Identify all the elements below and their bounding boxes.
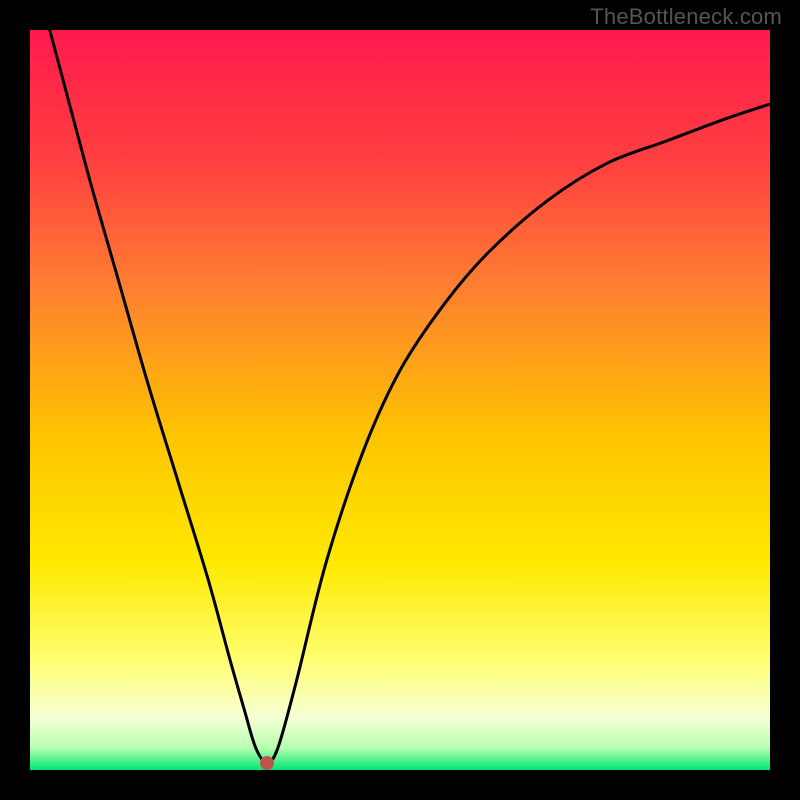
- plot-area: [30, 30, 770, 770]
- watermark-text: TheBottleneck.com: [590, 4, 782, 30]
- marker-dot: [260, 756, 274, 770]
- chart-frame: TheBottleneck.com: [0, 0, 800, 800]
- bottleneck-curve: [30, 30, 770, 763]
- curve-svg: [30, 30, 770, 770]
